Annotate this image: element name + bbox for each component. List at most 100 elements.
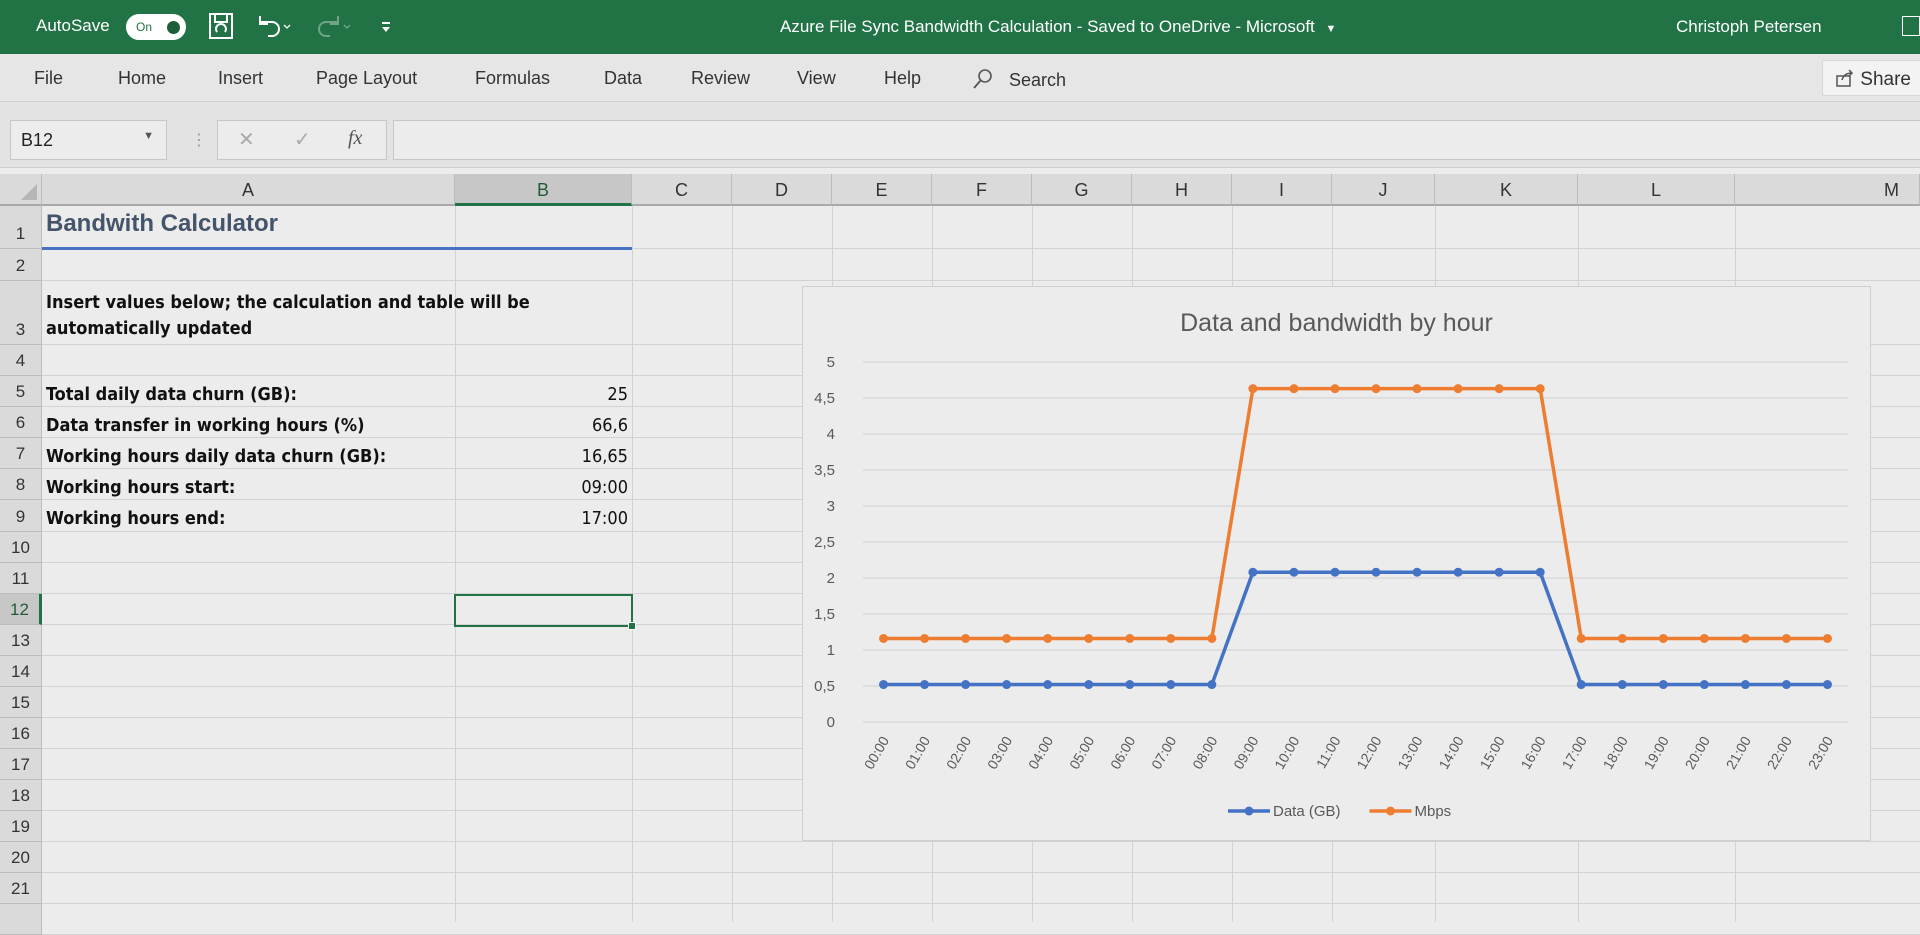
row-header-9[interactable]: 9 — [0, 500, 42, 532]
column-header-g[interactable]: G — [1032, 174, 1132, 206]
tab-help[interactable]: Help — [884, 68, 921, 89]
data-point[interactable] — [1740, 633, 1750, 643]
row-header-1[interactable]: 1 — [0, 206, 42, 249]
data-point[interactable] — [1371, 567, 1381, 577]
data-point[interactable] — [1822, 633, 1832, 643]
data-point[interactable] — [1166, 633, 1176, 643]
row-header-5[interactable]: 5 — [0, 376, 42, 407]
column-header-e[interactable]: E — [832, 174, 932, 206]
data-point[interactable] — [1412, 567, 1422, 577]
data-point[interactable] — [1494, 384, 1504, 394]
fill-handle[interactable] — [628, 622, 636, 630]
row-header-12[interactable]: 12 — [0, 594, 42, 625]
sheet-title[interactable]: Bandwith Calculator — [46, 210, 278, 238]
column-header-h[interactable]: H — [1132, 174, 1232, 206]
column-header-b[interactable]: B — [455, 174, 632, 206]
tab-insert[interactable]: Insert — [218, 68, 263, 89]
data-point[interactable] — [1617, 680, 1627, 690]
row-header-7[interactable]: 7 — [0, 438, 42, 469]
column-header-f[interactable]: F — [932, 174, 1032, 206]
input-label[interactable]: Working hours end: — [46, 508, 225, 529]
row-header-2[interactable]: 2 — [0, 249, 42, 281]
line-chart[interactable]: Data and bandwidth by hour 0 0,5 1 1,5 2 2,5 3… — [802, 286, 1871, 841]
data-point[interactable] — [1084, 633, 1094, 643]
data-point[interactable] — [1371, 384, 1381, 394]
name-box[interactable]: B12 ▼ — [10, 120, 167, 160]
selected-cell-b12[interactable] — [454, 594, 636, 630]
row-header-15[interactable]: 15 — [0, 687, 42, 718]
data-point[interactable] — [1166, 680, 1176, 690]
legend-entry[interactable]: Mbps — [1415, 803, 1452, 820]
insert-function-icon[interactable]: fx — [348, 127, 362, 150]
tab-home[interactable]: Home — [118, 68, 166, 89]
column-header-a[interactable]: A — [42, 174, 455, 206]
column-header-k[interactable]: K — [1435, 174, 1578, 206]
data-point[interactable] — [1699, 680, 1709, 690]
legend-entry[interactable]: Data (GB) — [1273, 803, 1341, 820]
data-point[interactable] — [1453, 384, 1463, 394]
input-label[interactable]: Total daily data churn (GB): — [46, 384, 297, 405]
data-point[interactable] — [1699, 633, 1709, 643]
row-header-16[interactable]: 16 — [0, 718, 42, 749]
data-point[interactable] — [1576, 680, 1586, 690]
data-point[interactable] — [1330, 384, 1340, 394]
data-point[interactable] — [1535, 567, 1545, 577]
data-point[interactable] — [1781, 633, 1791, 643]
data-point[interactable] — [1658, 680, 1668, 690]
data-point[interactable] — [1289, 384, 1299, 394]
tab-file[interactable]: File — [34, 68, 63, 89]
data-point[interactable] — [1043, 680, 1053, 690]
data-point[interactable] — [1043, 633, 1053, 643]
customize-qat-icon[interactable] — [380, 12, 392, 42]
worksheet-grid[interactable]: A B C D E F G H I J K L M 1 2 3 4 5 6 7 8 9 10 11 1… — [0, 174, 1920, 935]
splitter-handle[interactable]: ⋮ — [191, 130, 207, 150]
row-header-20[interactable]: 20 — [0, 842, 42, 873]
tab-review[interactable]: Review — [691, 68, 750, 89]
input-value[interactable]: 09:00 — [455, 477, 628, 498]
row-header-18[interactable]: 18 — [0, 780, 42, 811]
tab-view[interactable]: View — [797, 68, 836, 89]
enter-icon[interactable]: ✓ — [294, 127, 311, 152]
redo-icon[interactable] — [314, 12, 352, 42]
row-header-6[interactable]: 6 — [0, 407, 42, 438]
input-label[interactable]: Working hours start: — [46, 477, 235, 498]
chevron-down-icon[interactable]: ▼ — [143, 130, 154, 142]
save-icon[interactable] — [208, 12, 234, 42]
data-point[interactable] — [920, 680, 930, 690]
data-point[interactable] — [1781, 680, 1791, 690]
column-header-i[interactable]: I — [1232, 174, 1332, 206]
row-header-21[interactable]: 21 — [0, 873, 42, 904]
data-point[interactable] — [1125, 633, 1135, 643]
autosave-toggle[interactable]: On — [126, 14, 186, 40]
row-header-19[interactable]: 19 — [0, 811, 42, 842]
data-point[interactable] — [1084, 680, 1094, 690]
data-point[interactable] — [1207, 633, 1217, 643]
select-all-button[interactable] — [0, 174, 42, 206]
data-point[interactable] — [1453, 567, 1463, 577]
data-point[interactable] — [1822, 680, 1832, 690]
data-point[interactable] — [1289, 567, 1299, 577]
row-header-4[interactable]: 4 — [0, 345, 42, 376]
data-point[interactable] — [1576, 633, 1586, 643]
column-header-l[interactable]: L — [1578, 174, 1735, 206]
data-point[interactable] — [1330, 567, 1340, 577]
data-point[interactable] — [1658, 633, 1668, 643]
instructions-line-1[interactable]: Insert values below; the calculation and… — [46, 292, 530, 313]
tab-page-layout[interactable]: Page Layout — [316, 68, 417, 89]
input-value[interactable]: 66,6 — [455, 415, 628, 436]
input-value[interactable]: 17:00 — [455, 508, 628, 529]
column-header-c[interactable]: C — [632, 174, 732, 206]
instructions-line-2[interactable]: automatically updated — [46, 318, 252, 339]
column-header-d[interactable]: D — [732, 174, 832, 206]
data-point[interactable] — [1207, 680, 1217, 690]
data-point[interactable] — [879, 680, 889, 690]
data-point[interactable] — [1617, 633, 1627, 643]
row-header-13[interactable]: 13 — [0, 625, 42, 656]
data-point[interactable] — [1002, 633, 1012, 643]
data-point[interactable] — [1412, 384, 1422, 394]
row-header-partial[interactable] — [0, 904, 42, 935]
row-header-17[interactable]: 17 — [0, 749, 42, 780]
ribbon-display-options-icon[interactable] — [1902, 16, 1920, 36]
tab-data[interactable]: Data — [604, 68, 642, 89]
data-point[interactable] — [1125, 680, 1135, 690]
